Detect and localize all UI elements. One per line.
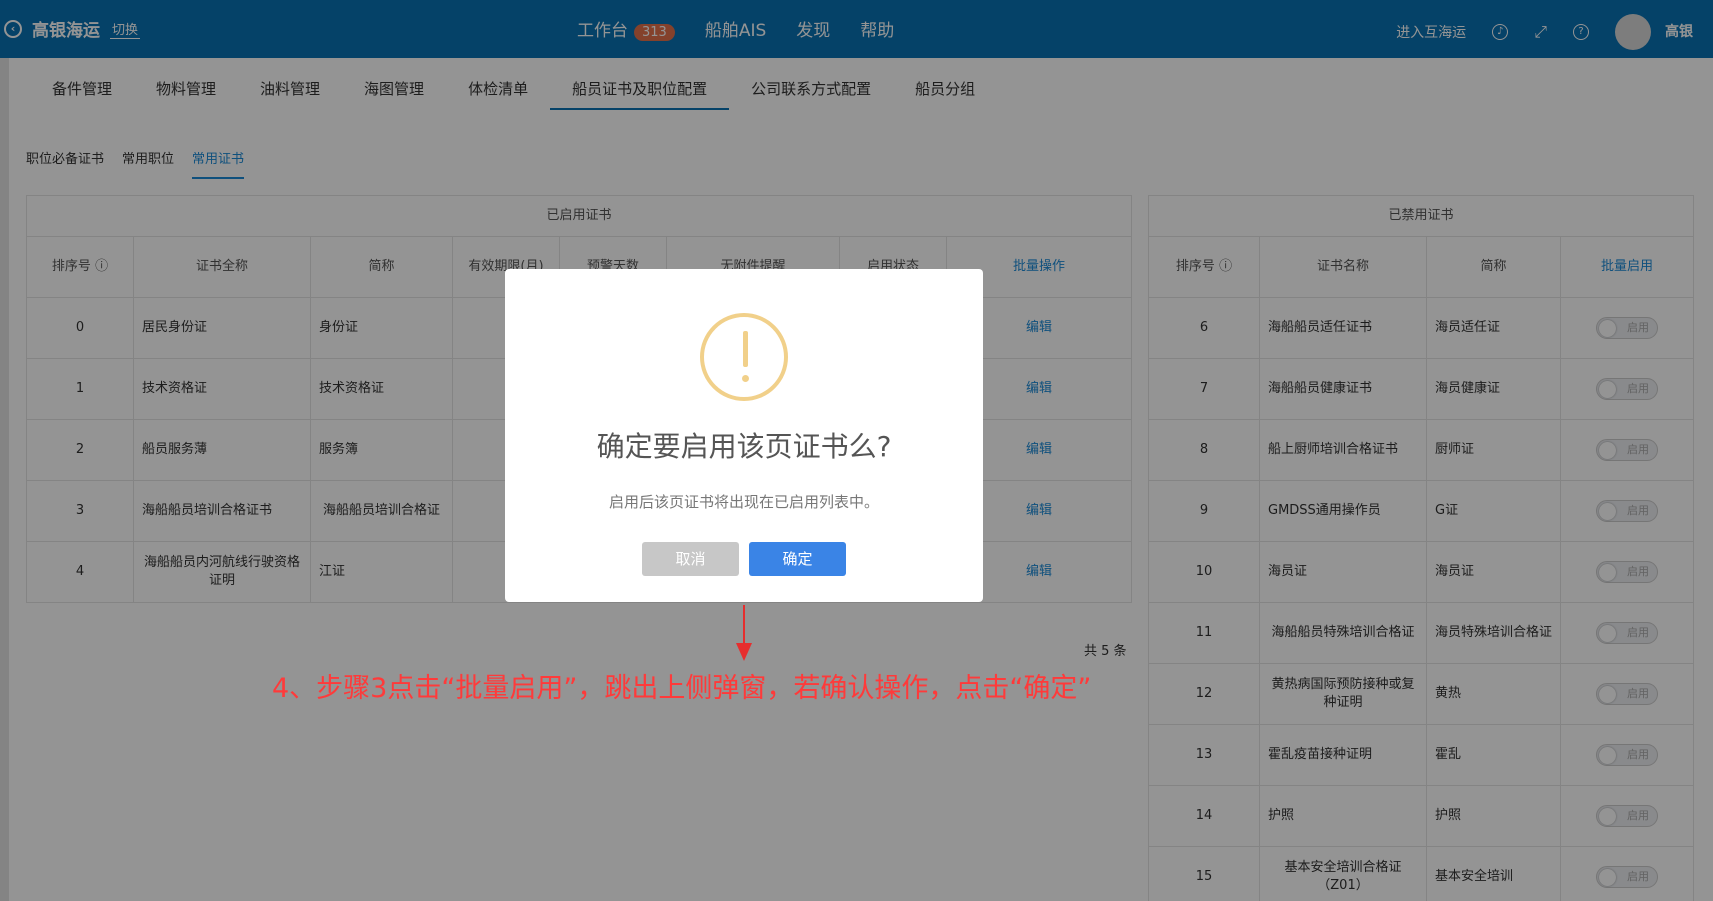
confirm-button[interactable]: 确定 bbox=[749, 542, 846, 576]
warning-icon bbox=[700, 313, 788, 401]
annotation-text: 4、步骤3点击“批量启用”，跳出上侧弹窗，若确认操作，点击“确定” bbox=[272, 673, 1092, 704]
annotation-arrow bbox=[743, 605, 745, 645]
annotation-arrow-head bbox=[736, 643, 752, 661]
modal-text: 启用后该页证书将出现在已启用列表中。 bbox=[608, 493, 879, 511]
modal-title: 确定要启用该页证书么? bbox=[596, 430, 892, 463]
cancel-button[interactable]: 取消 bbox=[642, 542, 739, 576]
confirm-modal: 确定要启用该页证书么? 启用后该页证书将出现在已启用列表中。 取消 确定 bbox=[505, 269, 983, 602]
